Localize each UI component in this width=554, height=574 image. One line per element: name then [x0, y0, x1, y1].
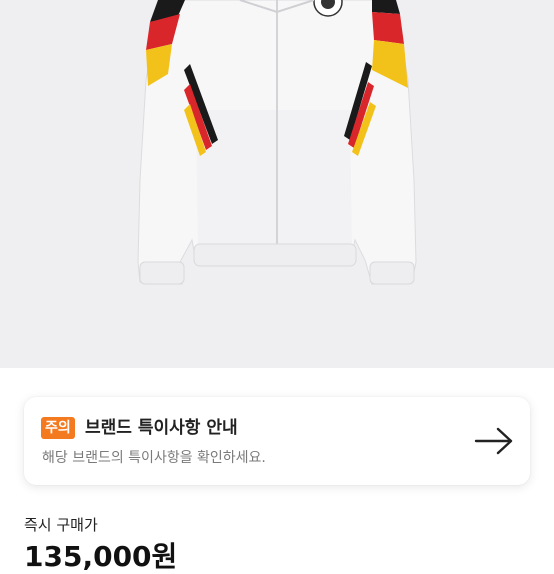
- caution-badge: 주의: [41, 417, 75, 439]
- track-jacket-image: [137, 0, 417, 285]
- instant-buy-label: 즉시 구매가: [24, 516, 98, 534]
- instant-buy-price: 135,000원: [24, 540, 178, 573]
- arrow-right-icon[interactable]: [474, 425, 514, 457]
- product-image[interactable]: [0, 0, 554, 368]
- notice-title: 브랜드 특이사항 안내: [85, 418, 238, 438]
- notice-description: 해당 브랜드의 특이사항을 확인하세요.: [42, 450, 266, 466]
- brand-notice-card[interactable]: 주의 브랜드 특이사항 안내 해당 브랜드의 특이사항을 확인하세요.: [24, 397, 530, 485]
